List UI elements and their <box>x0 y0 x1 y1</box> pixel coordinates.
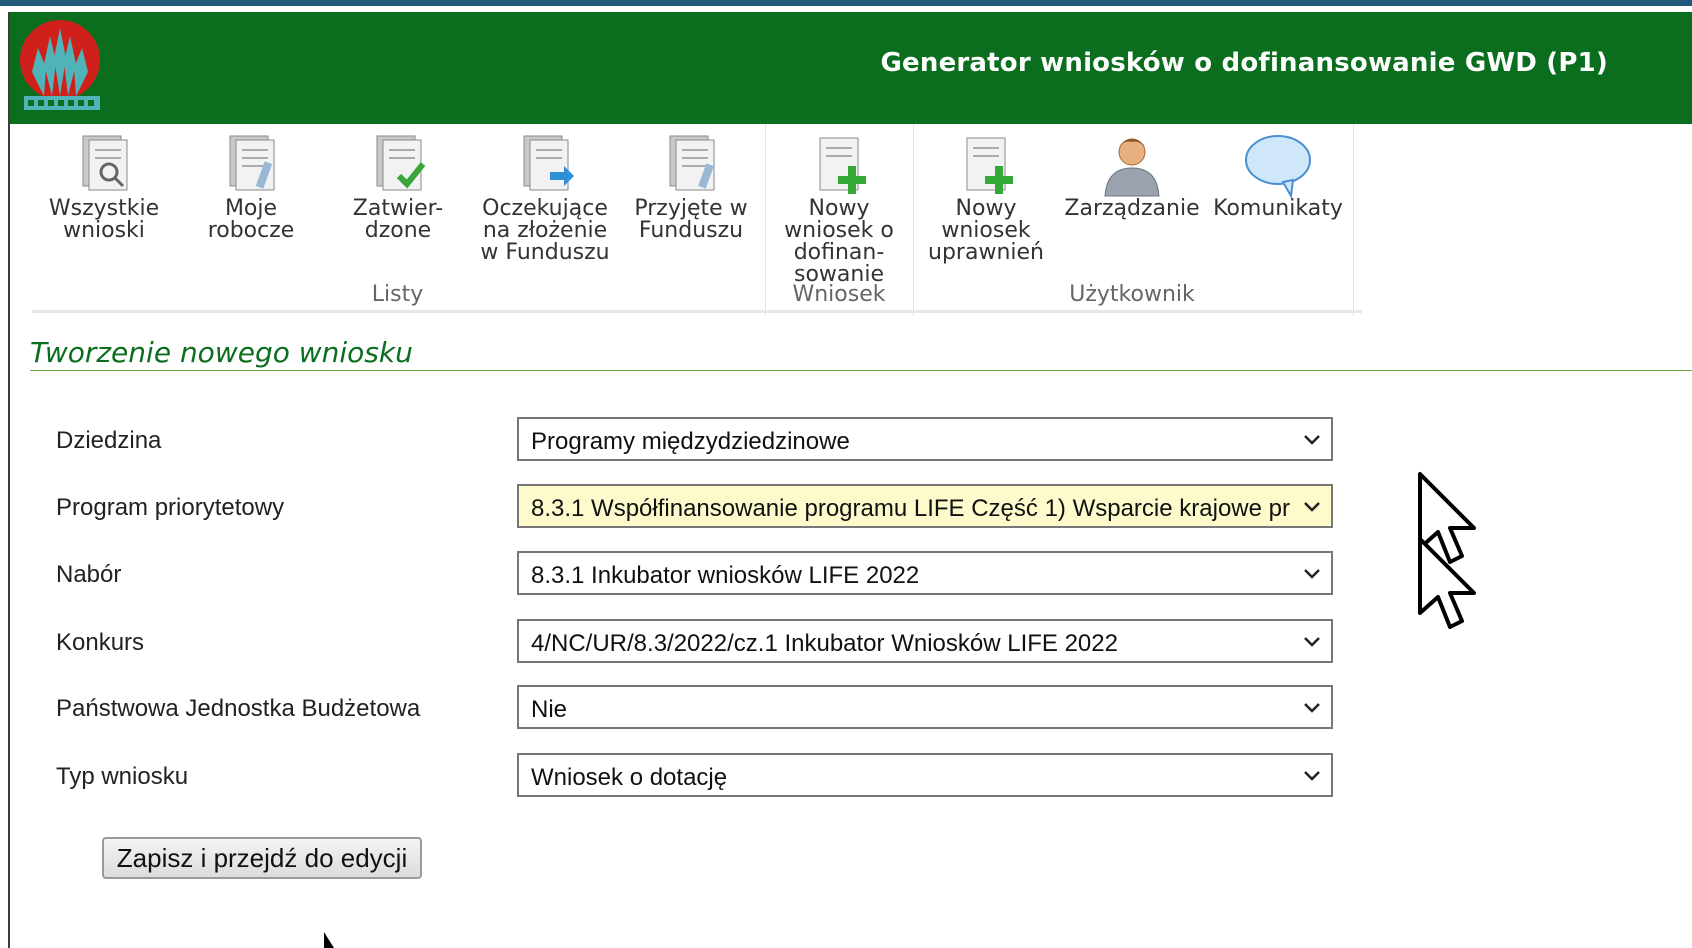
domain-select[interactable]: Programy międzydziedzinowe <box>517 417 1333 461</box>
ribbon-group-separator <box>1353 124 1354 316</box>
state-budget-unit-select[interactable]: Nie <box>517 685 1333 729</box>
select-value: 4/NC/UR/8.3/2022/cz.1 Inkubator Wniosków… <box>531 630 1118 657</box>
doc-add-icon <box>819 137 866 194</box>
ribbon-group-lists-label: Listy <box>371 282 424 307</box>
doc-search-icon <box>82 135 128 191</box>
select-value: Nie <box>531 696 568 723</box>
window-top-border <box>0 0 1692 6</box>
speech-bubble-icon <box>1245 135 1311 200</box>
select-value: 8.3.1 Współfinansowanie programu LIFE Cz… <box>531 495 1291 522</box>
ribbon-group-separator <box>765 124 766 316</box>
chevron-down-icon <box>1304 502 1320 512</box>
field-label: Państwowa Jednostka Budżetowa <box>56 695 421 722</box>
form-row-state-budget-unit: Państwowa Jednostka Budżetowa Nie <box>10 685 1692 729</box>
doc-draft-icon <box>229 135 275 191</box>
ribbon-group-application-label: Wniosek <box>792 282 886 307</box>
field-label: Dziedzina <box>56 427 162 454</box>
ribbon-label: Nowy wniosek o dofinan- sowanie <box>784 196 894 287</box>
ribbon-label: Moje robocze <box>207 196 295 243</box>
ribbon-label: Zatwier- dzone <box>352 196 444 243</box>
save-and-edit-button[interactable]: Zapisz i przejdź do edycji <box>102 837 422 879</box>
fund-logo <box>20 20 100 110</box>
mouse-cursor-icon <box>324 932 334 948</box>
ribbon-group-separator <box>913 124 914 316</box>
user-icon <box>1104 138 1160 197</box>
chevron-down-icon <box>1304 637 1320 647</box>
doc-accepted-icon <box>669 135 715 191</box>
mouse-cursor-icon <box>1418 537 1476 629</box>
ribbon-bottom-border <box>32 310 1362 313</box>
select-value: 8.3.1 Inkubator wniosków LIFE 2022 <box>531 562 920 589</box>
form-row-application-type: Typ wniosku Wniosek o dotację <box>10 753 1692 797</box>
app-header: Generator wniosków o dofinansowanie GWD … <box>10 12 1692 124</box>
doc-pending-icon <box>523 135 574 191</box>
ribbon-label: Wszystkie wnioski <box>48 196 160 243</box>
field-label: Konkurs <box>56 629 145 656</box>
chevron-down-icon <box>1304 435 1320 445</box>
section-divider <box>30 370 1692 371</box>
chevron-down-icon <box>1304 771 1320 781</box>
field-label: Nabór <box>56 561 122 588</box>
priority-program-select[interactable]: 8.3.1 Współfinansowanie programu LIFE Cz… <box>517 484 1333 528</box>
competition-select[interactable]: 4/NC/UR/8.3/2022/cz.1 Inkubator Wniosków… <box>517 619 1333 663</box>
ribbon-label: Nowy wniosek uprawnień <box>928 196 1044 265</box>
ribbon-toolbar: Wszystkie wnioski Moje robocze Zatwier- … <box>10 124 1692 316</box>
ribbon-label: Oczekujące na złożenie w Funduszu <box>480 196 610 265</box>
app-title: Generator wniosków o dofinansowanie GWD … <box>880 48 1608 78</box>
ribbon-group-user-label: Użytkownik <box>1069 282 1195 307</box>
field-label: Program priorytetowy <box>56 494 285 521</box>
section-title: Tworzenie nowego wniosku <box>30 336 413 369</box>
ribbon-label: Zarządzanie <box>1064 196 1200 221</box>
chevron-down-icon <box>1304 703 1320 713</box>
field-label: Typ wniosku <box>56 763 189 790</box>
ribbon-label: Komunikaty <box>1213 196 1343 221</box>
doc-approved-icon <box>376 135 426 191</box>
select-value: Programy międzydziedzinowe <box>531 428 850 455</box>
application-type-select[interactable]: Wniosek o dotację <box>517 753 1333 797</box>
call-select[interactable]: 8.3.1 Inkubator wniosków LIFE 2022 <box>517 551 1333 595</box>
form-row-domain: Dziedzina Programy międzydziedzinowe <box>10 417 1692 461</box>
chevron-down-icon <box>1304 569 1320 579</box>
ribbon-label: Przyjęte w Funduszu <box>634 196 748 243</box>
doc-add-icon <box>966 137 1013 194</box>
select-value: Wniosek o dotację <box>531 764 728 791</box>
